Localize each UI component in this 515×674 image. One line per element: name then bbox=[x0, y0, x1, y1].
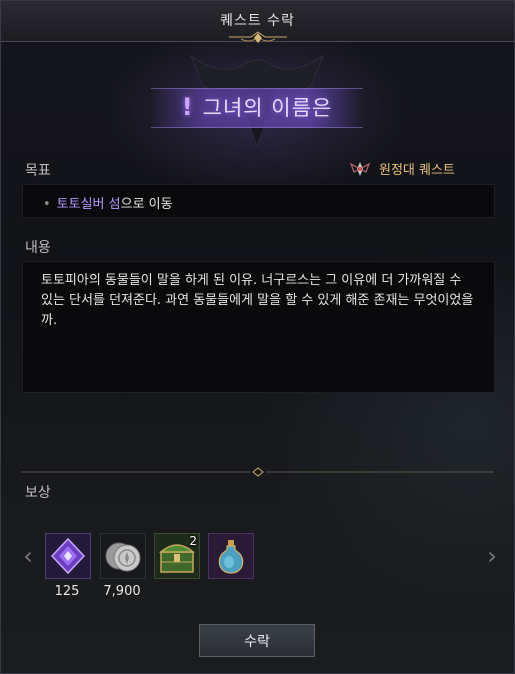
objective-item: • 토토실버 섬으로 이동 bbox=[43, 193, 173, 212]
content-label: 내용 bbox=[25, 240, 51, 256]
reward-slot-chest[interactable]: 2 bbox=[154, 533, 200, 579]
accept-button[interactable]: 수락 bbox=[199, 624, 315, 657]
quest-name: 그녀의 이름은 bbox=[202, 96, 333, 120]
quest-type: 원정대 퀘스트 bbox=[349, 159, 455, 178]
objective-location[interactable]: 토토실버 섬 bbox=[57, 197, 121, 212]
reward-label: 보상 bbox=[25, 485, 51, 501]
reward-slot-silver[interactable] bbox=[100, 533, 146, 579]
bullet: • bbox=[43, 197, 51, 212]
content-box: 토토피아의 동물들이 말을 하게 된 이유. 너구르스는 그 이유에 더 가까워… bbox=[22, 261, 495, 393]
quest-banner: ! 그녀의 이름은 bbox=[1, 46, 514, 156]
quest-exclamation-icon: ! bbox=[181, 93, 193, 121]
expedition-emblem-icon bbox=[349, 161, 371, 176]
quest-type-label: 원정대 퀘스트 bbox=[379, 163, 455, 178]
content-text: 토토피아의 동물들이 말을 하게 된 이유. 너구르스는 그 이유에 더 가까워… bbox=[41, 273, 474, 328]
reward-slot-potion[interactable] bbox=[208, 533, 254, 579]
title-ornament-icon bbox=[229, 31, 287, 43]
reward-count-silver: 7,900 bbox=[103, 584, 141, 599]
reward-stack-chest: 2 bbox=[189, 534, 197, 548]
quest-accept-window: 퀘스트 수락 ! 그녀의 이름은 목표 원정대 퀘스트 • 토토실버 섬으로 이동… bbox=[0, 0, 515, 674]
silver-coin-icon bbox=[105, 542, 141, 572]
objective-label: 목표 bbox=[25, 163, 51, 179]
reward-divider bbox=[21, 467, 494, 477]
quest-name-row: ! 그녀의 이름은 bbox=[161, 92, 353, 122]
reward-slot-crystal[interactable] bbox=[45, 533, 91, 579]
purple-crystal-icon bbox=[50, 537, 86, 575]
objective-rest: 으로 이동 bbox=[120, 197, 173, 212]
blue-potion-icon bbox=[218, 540, 244, 574]
reward-next-arrow[interactable]: › bbox=[482, 541, 502, 571]
reward-prev-arrow[interactable]: ‹ bbox=[18, 541, 38, 571]
objective-box: • 토토실버 섬으로 이동 bbox=[22, 184, 495, 218]
window-title: 퀘스트 수락 bbox=[220, 13, 295, 29]
